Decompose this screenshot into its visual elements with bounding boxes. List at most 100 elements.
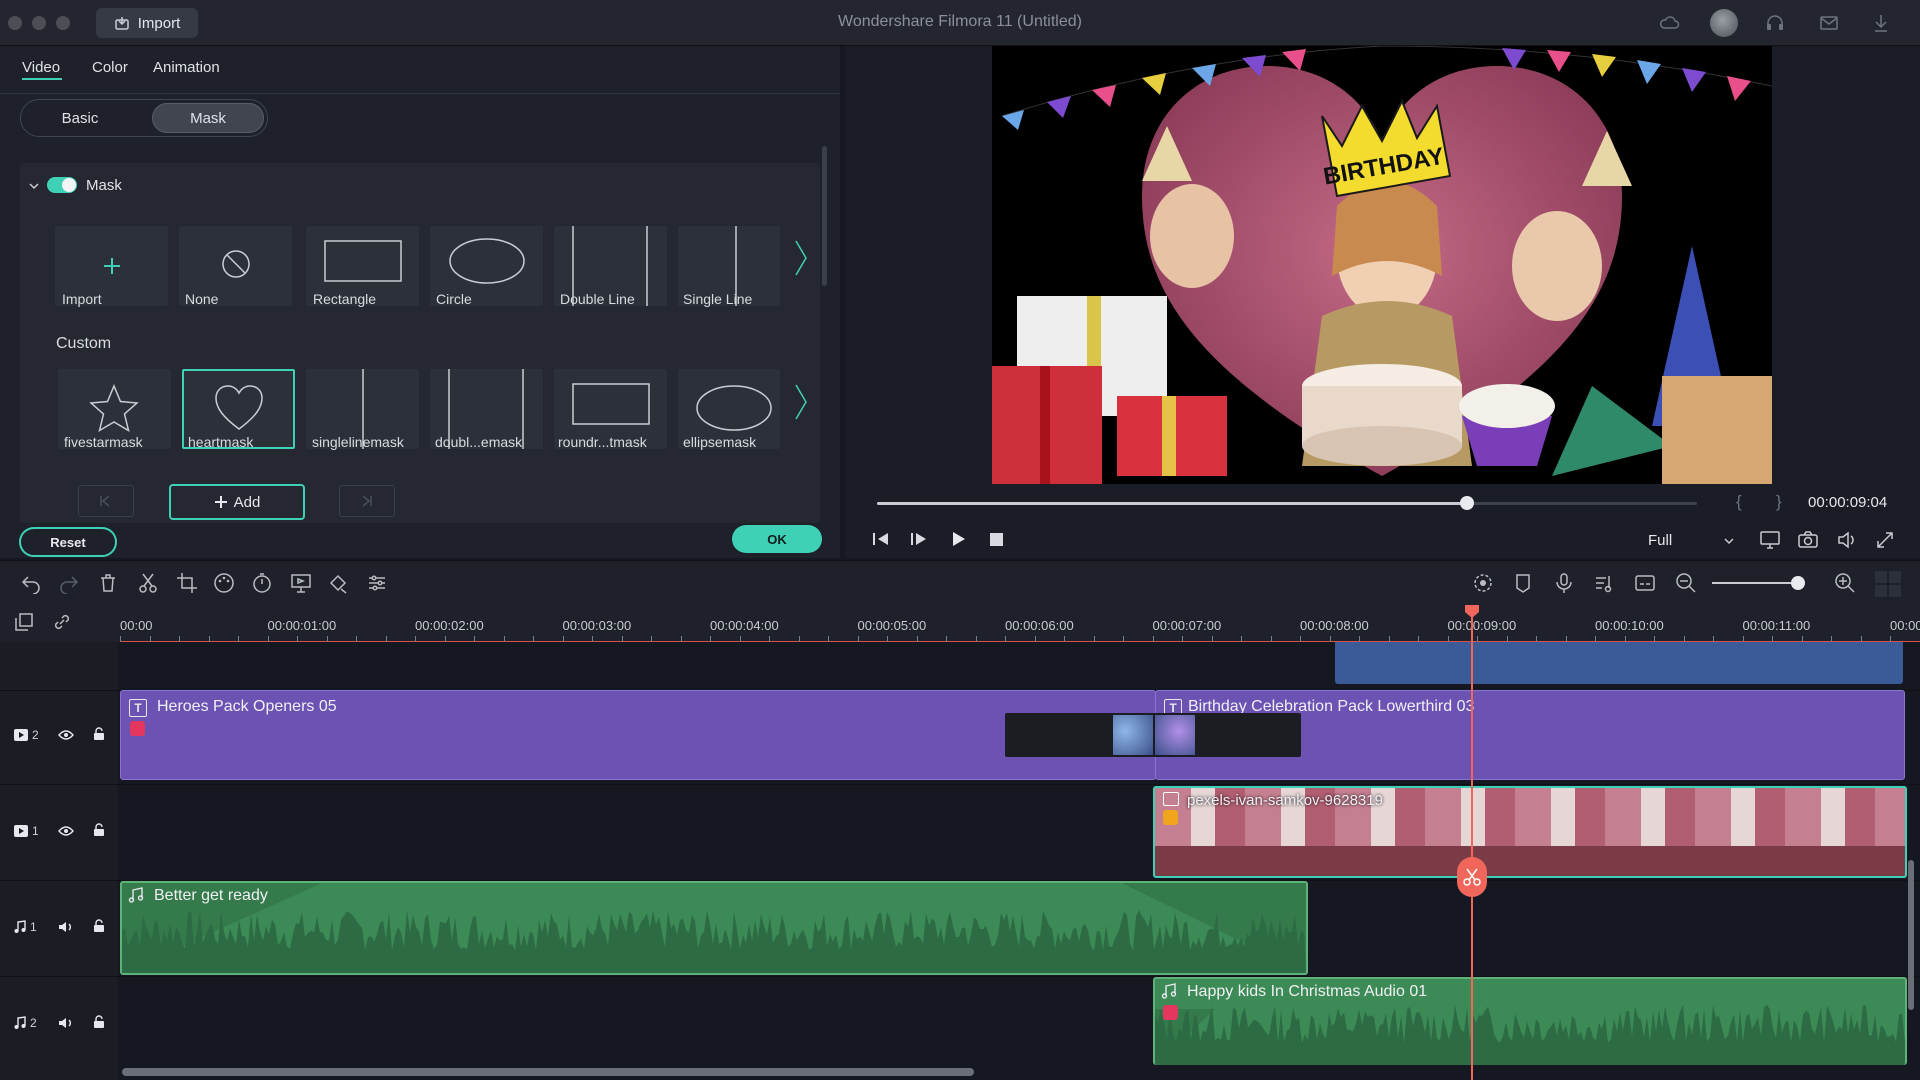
cut-icon[interactable] — [137, 572, 159, 594]
transition-preview[interactable] — [1005, 713, 1301, 757]
previous-frame-icon[interactable] — [872, 531, 890, 547]
fullscreen-icon[interactable] — [1876, 531, 1894, 549]
playhead[interactable] — [1471, 608, 1473, 1080]
effect-clip[interactable] — [1335, 642, 1903, 684]
lock-icon[interactable] — [93, 1015, 105, 1029]
subtab-basic[interactable]: Basic — [25, 103, 135, 133]
snapshot-icon[interactable] — [1798, 531, 1818, 549]
tab-video[interactable]: Video — [22, 59, 60, 76]
plus-icon — [214, 496, 227, 508]
preview-zoom-select[interactable]: Full — [1640, 527, 1742, 555]
zoom-out-icon[interactable] — [1675, 572, 1697, 594]
subtab-mask[interactable]: Mask — [152, 103, 264, 133]
mail-icon[interactable] — [1818, 12, 1840, 34]
freeze-frame-icon[interactable] — [290, 572, 312, 594]
delete-icon[interactable] — [97, 572, 119, 594]
ok-button[interactable]: OK — [732, 525, 822, 553]
title-icon: T — [129, 699, 147, 717]
audio-waveform — [122, 883, 1306, 973]
timeline-horizontal-scrollbar[interactable] — [122, 1068, 974, 1076]
timeline-vertical-scrollbar[interactable] — [1908, 860, 1914, 1010]
lock-icon[interactable] — [93, 823, 105, 837]
lock-icon[interactable] — [93, 727, 105, 741]
preset-label-single-line: Single Line — [683, 291, 753, 307]
avatar[interactable] — [1710, 9, 1738, 37]
rectangle-icon — [572, 383, 650, 425]
heart-icon — [215, 385, 263, 430]
zoom-in-icon[interactable] — [1834, 572, 1856, 594]
step-play-icon[interactable] — [910, 531, 928, 547]
audio-clip-happy-kids[interactable]: Happy kids In Christmas Audio 01 — [1153, 977, 1907, 1065]
video-preview[interactable]: BIRTHDAY — [992, 46, 1772, 484]
adjust-icon[interactable] — [366, 572, 388, 594]
skip-forward-icon — [362, 495, 372, 507]
eye-icon[interactable] — [58, 825, 74, 837]
preview-timecode: 00:00:09:04 — [1808, 494, 1888, 511]
mark-in-icon[interactable]: { — [1736, 492, 1742, 512]
playhead-handle[interactable] — [1464, 604, 1480, 618]
audio-mixer-icon[interactable] — [1593, 572, 1615, 594]
keyframe-icon[interactable] — [327, 572, 349, 594]
mask-toggle[interactable] — [47, 177, 77, 193]
add-mask-button[interactable]: Add — [169, 484, 305, 520]
speaker-icon[interactable] — [58, 1016, 74, 1030]
tab-color[interactable]: Color — [92, 59, 128, 76]
title-clip-heroes[interactable]: T Heroes Pack Openers 05 — [120, 690, 1156, 780]
chevron-right-icon[interactable] — [793, 382, 809, 422]
mark-out-icon[interactable]: } — [1776, 492, 1782, 512]
lock-icon[interactable] — [93, 919, 105, 933]
grid-view-icon[interactable] — [1874, 570, 1901, 597]
link-icon[interactable] — [52, 612, 72, 632]
volume-icon[interactable] — [1837, 531, 1857, 549]
speed-icon[interactable] — [251, 572, 273, 594]
split-scissors-button[interactable] — [1457, 857, 1487, 897]
minimize-window-button[interactable] — [32, 16, 46, 30]
timeline-zoom-slider[interactable] — [1712, 582, 1798, 584]
ruler-label: 00:00:10:00 — [1595, 618, 1664, 633]
color-palette-icon[interactable] — [213, 572, 235, 594]
music-note-icon — [14, 1016, 26, 1030]
audio-clip-better-get-ready[interactable]: Better get ready — [120, 881, 1308, 975]
tab-animation[interactable]: Animation — [153, 59, 220, 76]
music-note-icon — [128, 887, 144, 903]
rectangle-icon — [324, 240, 402, 282]
reset-button[interactable]: Reset — [19, 527, 117, 557]
track-number: 2 — [32, 728, 39, 742]
microphone-icon[interactable] — [1553, 572, 1575, 594]
music-note-icon — [14, 920, 26, 934]
add-track-icon[interactable] — [14, 612, 34, 632]
custom-label-roundrect: roundr...tmask — [558, 434, 647, 450]
speaker-icon[interactable] — [58, 920, 74, 934]
monitor-icon[interactable] — [1760, 531, 1780, 549]
panel-scrollbar[interactable] — [822, 146, 827, 286]
import-button[interactable]: Import — [96, 8, 198, 38]
video-track-icon — [14, 729, 28, 741]
previous-page-button[interactable] — [78, 485, 134, 517]
custom-label-ellipse: ellipsemask — [683, 434, 757, 450]
chevron-down-icon — [1724, 538, 1734, 545]
ruler-label: 00:00:06:00 — [1005, 618, 1074, 633]
ellipse-icon — [449, 238, 525, 284]
window-title: Wondershare Filmora 11 (Untitled) — [838, 13, 1082, 30]
zoom-window-button[interactable] — [56, 16, 70, 30]
cloud-icon[interactable] — [1658, 12, 1680, 34]
timeline-zoom-knob[interactable] — [1791, 576, 1805, 590]
title-bar: Import Wondershare Filmora 11 (Untitled) — [0, 0, 1920, 46]
eye-icon[interactable] — [58, 729, 74, 741]
headset-icon[interactable] — [1764, 12, 1786, 34]
stop-icon[interactable] — [990, 533, 1003, 546]
close-window-button[interactable] — [8, 16, 22, 30]
video-clip-pexels[interactable]: pexels-ivan-samkov-9628319 — [1153, 786, 1907, 878]
redo-icon[interactable] — [58, 572, 80, 594]
undo-icon[interactable] — [20, 572, 42, 594]
next-page-button[interactable] — [339, 485, 395, 517]
preset-label-circle: Circle — [436, 291, 472, 307]
subtitle-icon[interactable] — [1634, 572, 1656, 594]
play-icon[interactable] — [950, 531, 966, 547]
render-icon[interactable] — [1472, 572, 1494, 594]
crop-icon[interactable] — [176, 572, 198, 594]
chevron-right-icon[interactable] — [793, 238, 809, 278]
chevron-down-icon[interactable] — [28, 180, 40, 192]
marker-icon[interactable] — [1512, 572, 1534, 594]
download-icon[interactable] — [1870, 12, 1892, 34]
